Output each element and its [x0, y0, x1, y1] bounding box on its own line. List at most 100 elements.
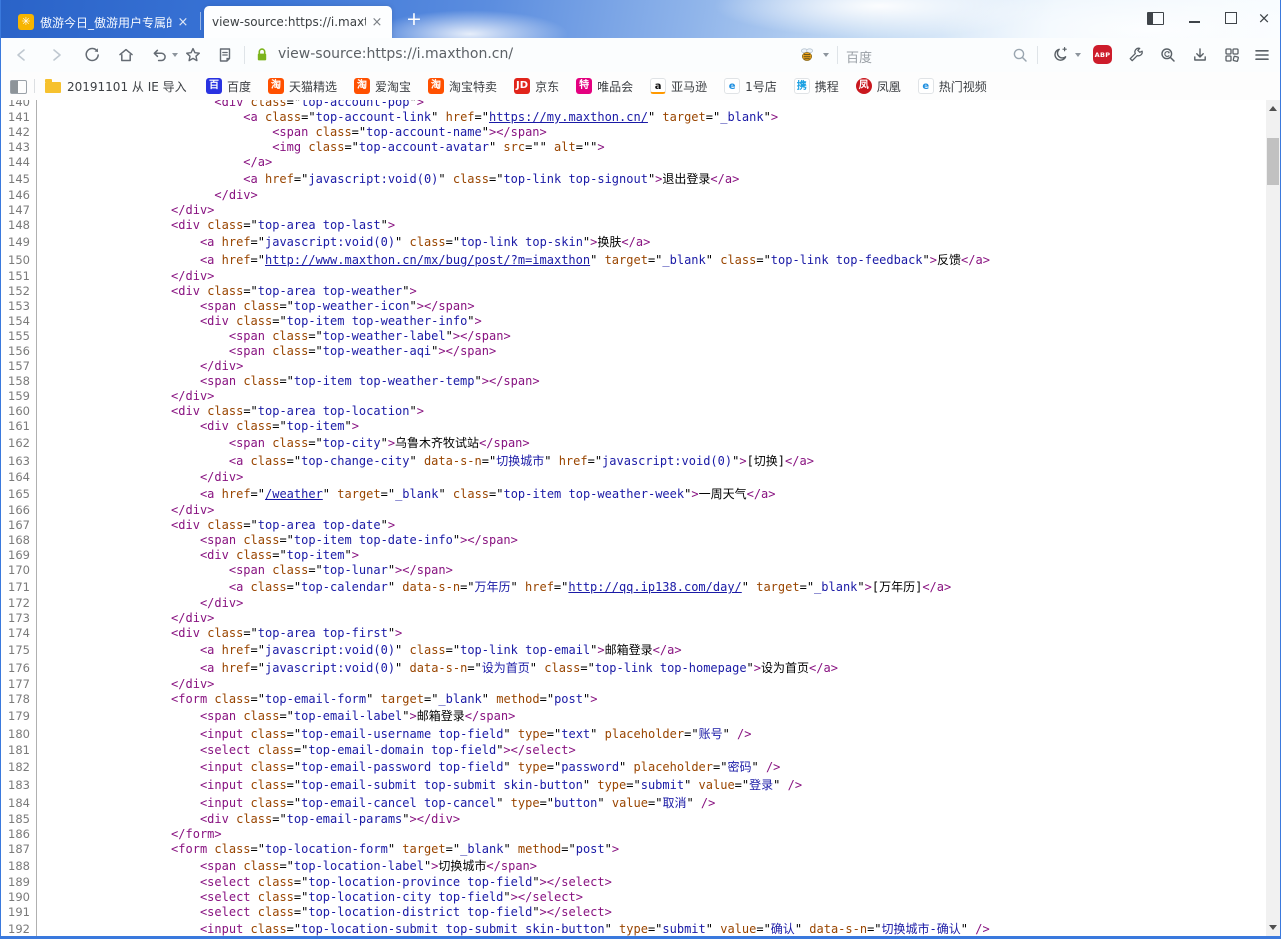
window-close-button[interactable]: ×	[1251, 8, 1277, 28]
line-number: 171	[1, 578, 37, 596]
bookmark-label: 淘宝特卖	[449, 78, 497, 95]
source-url-link[interactable]: /weather	[265, 487, 323, 501]
bookmark-items: 百百度淘天猫精选淘爱淘宝淘淘宝特卖 JD京东特唯品会 a亚马逊 e1号店携携程凤凤凰 e…	[206, 72, 987, 100]
search-icon[interactable]	[1011, 46, 1029, 64]
toolbar-divider	[244, 46, 245, 64]
main-menu-icon[interactable]	[1253, 46, 1271, 64]
notes-page-icon[interactable]	[216, 46, 234, 64]
bookmark-item[interactable]: 淘淘宝特卖	[428, 78, 497, 95]
address-bar-url[interactable]: view-source:https://i.maxthon.cn/	[278, 46, 513, 62]
code-text: <span class="top-location-label">切换城市</s…	[37, 857, 537, 875]
source-code-line: 175 <a href="javascript:void(0)" class="…	[1, 641, 1266, 659]
bookmark-item[interactable]: 淘爱淘宝	[354, 78, 411, 95]
code-text: <span class="top-email-label">邮箱登录</span…	[37, 707, 515, 725]
source-url-link[interactable]: http://www.maxthon.cn/mx/bug/post/?m=ima…	[265, 253, 590, 267]
bookmark-item[interactable]: 淘天猫精选	[268, 78, 337, 95]
apps-grid-icon[interactable]	[1223, 46, 1241, 64]
source-code-line: 190 <select class="top-location-city top…	[1, 890, 1266, 905]
back-icon[interactable]	[13, 46, 31, 64]
resource-sniffer-icon[interactable]	[1159, 46, 1177, 64]
source-code-line: 192 <input class="top-location-submit to…	[1, 920, 1266, 936]
bookmark-folder-label: 20191101 从 IE 导入	[67, 78, 187, 95]
code-text: <div class="top-area top-last">	[37, 218, 395, 233]
minimize-button[interactable]	[1181, 8, 1207, 28]
source-code-line: 172 </div>	[1, 596, 1266, 611]
download-icon[interactable]	[1191, 46, 1209, 64]
scroll-up-icon[interactable]	[1269, 106, 1277, 111]
favorite-star-icon[interactable]	[184, 46, 202, 64]
source-code-line: 141 <a class="top-account-link" href="ht…	[1, 110, 1266, 125]
maximize-button[interactable]	[1218, 8, 1244, 28]
line-number: 161	[1, 419, 37, 434]
line-number: 155	[1, 329, 37, 344]
code-text: </div>	[37, 269, 214, 284]
source-code-line: 153 <span class="top-weather-icon"></spa…	[1, 299, 1266, 314]
source-url-link[interactable]: https://my.maxthon.cn/	[489, 110, 648, 124]
search-engine-caret-icon[interactable]	[823, 53, 829, 57]
bookmark-item[interactable]: JD京东	[514, 78, 559, 95]
https-lock-icon[interactable]	[253, 46, 271, 64]
bookmark-item[interactable]: e1号店	[724, 78, 777, 95]
line-number: 182	[1, 758, 37, 776]
bookmark-folder-ie-import[interactable]: 20191101 从 IE 导入	[45, 72, 187, 100]
line-number: 175	[1, 641, 37, 659]
code-text: <span class="top-account-name"></span>	[37, 125, 547, 140]
source-code-line: 187 <form class="top-location-form" targ…	[1, 842, 1266, 857]
line-number: 154	[1, 314, 37, 329]
code-text: <div class="top-area top-first">	[37, 626, 402, 641]
code-text: <span class="top-weather-icon"></span>	[37, 299, 475, 314]
bookmark-item[interactable]: 特唯品会	[576, 78, 633, 95]
line-number: 168	[1, 533, 37, 548]
code-text: <input class="top-email-username top-fie…	[37, 725, 752, 743]
source-code-line: 171 <a class="top-calendar" data-s-n="万年…	[1, 578, 1266, 596]
code-text: <div class="top-item top-weather-info">	[37, 314, 482, 329]
bookmark-favicon-icon: 特	[576, 78, 592, 94]
bookmark-label: 亚马逊	[671, 78, 707, 95]
source-code-line: 150 <a href="http://www.maxthon.cn/mx/bu…	[1, 251, 1266, 269]
code-text: <form class="top-location-form" target="…	[37, 842, 619, 857]
source-code-line: 149 <a href="javascript:void(0)" class="…	[1, 233, 1266, 251]
source-code-line: 174 <div class="top-area top-first">	[1, 626, 1266, 641]
code-text: <a href="/weather" target="_blank" class…	[37, 485, 776, 503]
search-input[interactable]: 百度	[846, 47, 872, 66]
vertical-scrollbar[interactable]	[1266, 100, 1280, 936]
home-icon[interactable]	[117, 46, 135, 64]
source-code: 140 <div class="top-account-pop">141 <a …	[1, 100, 1266, 936]
source-code-line: 157 </div>	[1, 359, 1266, 374]
bookmark-item[interactable]: a亚马逊	[650, 78, 707, 95]
night-mode-caret-icon[interactable]	[1075, 53, 1081, 57]
code-text: <span class="top-item top-weather-temp">…	[37, 374, 540, 389]
tab-close-icon[interactable]: ×	[176, 15, 190, 30]
forward-icon[interactable]	[47, 46, 65, 64]
tab-close-icon[interactable]: ×	[370, 15, 384, 30]
browser-window: { "tab_bar": { "tabs": [ {"title": "傲游今日…	[0, 0, 1281, 939]
source-code-line: 182 <input class="top-email-password top…	[1, 758, 1266, 776]
wrench-dev-tools-icon[interactable]	[1127, 46, 1145, 64]
adblock-plus-icon[interactable]: ABP	[1093, 45, 1112, 64]
line-number: 173	[1, 611, 37, 626]
bookmark-favicon-icon: 携	[794, 78, 810, 94]
favorites-panel-toggle-icon[interactable]	[10, 80, 27, 94]
night-mode-moon-icon[interactable]	[1051, 46, 1069, 64]
source-code-line: 156 <span class="top-weather-aqi"></span…	[1, 344, 1266, 359]
side-panel-toggle-icon[interactable]	[1142, 8, 1168, 28]
bookmark-item[interactable]: 携携程	[794, 78, 839, 95]
bookmark-item[interactable]: 百百度	[206, 78, 251, 95]
line-number: 190	[1, 890, 37, 905]
code-text: </div>	[37, 677, 214, 692]
source-code-line: 142 <span class="top-account-name"></spa…	[1, 125, 1266, 140]
scroll-down-icon[interactable]	[1269, 925, 1277, 930]
new-tab-button[interactable]: +	[402, 7, 426, 31]
scrollbar-thumb[interactable]	[1267, 138, 1279, 185]
bookmark-item[interactable]: 凤凤凰	[856, 78, 901, 95]
bookmark-item[interactable]: e热门视频	[918, 78, 987, 95]
refresh-icon[interactable]	[83, 46, 101, 64]
undo-dropdown-caret-icon[interactable]	[172, 53, 178, 57]
tab-maxthon-today[interactable]: ✳ 傲游今日_傲游用户专属的网 ×	[10, 6, 198, 38]
search-engine-bee-icon[interactable]	[798, 46, 816, 64]
code-text: <input class="top-location-submit top-su…	[37, 920, 990, 936]
source-url-link[interactable]: http://qq.ip138.com/day/	[568, 580, 741, 594]
tab-view-source[interactable]: view-source:https://i.maxthon.cn/ ×	[204, 6, 392, 38]
source-code-line: 151 </div>	[1, 269, 1266, 284]
undo-icon[interactable]	[150, 46, 168, 64]
